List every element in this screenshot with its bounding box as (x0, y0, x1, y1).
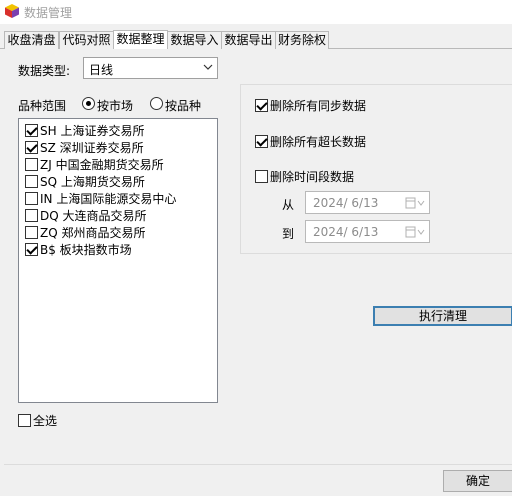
date-to-value: 2024/ 6/13 (313, 225, 379, 239)
tab-data-import[interactable]: 数据导入 (167, 31, 222, 49)
list-item[interactable]: SH 上海证券交易所 (25, 122, 144, 139)
list-item[interactable]: SQ 上海期货交易所 (25, 173, 145, 190)
calendar-dropdown-icon (405, 226, 425, 238)
market-label: IN 上海国际能源交易中心 (40, 192, 177, 206)
radio-by-variety[interactable] (150, 97, 163, 110)
date-to-picker[interactable]: 2024/ 6/13 (305, 220, 430, 243)
market-list[interactable]: SH 上海证券交易所 SZ 深圳证券交易所 ZJ 中国金融期货交易所 SQ 上海… (18, 118, 218, 403)
select-all-label: 全选 (33, 414, 58, 428)
list-item[interactable]: B$ 板块指数市场 (25, 241, 132, 258)
date-from-picker[interactable]: 2024/ 6/13 (305, 191, 430, 214)
date-from-label: 从 (282, 198, 295, 212)
delete-overlong-option[interactable]: 删除所有超长数据 (255, 133, 366, 150)
market-label: B$ 板块指数市场 (40, 243, 132, 257)
list-item[interactable]: ZQ 郑州商品交易所 (25, 224, 145, 241)
calendar-dropdown-icon (405, 197, 425, 209)
market-label: ZQ 郑州商品交易所 (40, 226, 146, 240)
market-checkbox[interactable] (25, 124, 38, 137)
date-to-label: 到 (282, 227, 295, 241)
tab-code-mapping[interactable]: 代码对照 (59, 31, 114, 49)
list-item[interactable]: IN 上海国际能源交易中心 (25, 190, 176, 207)
market-label: DQ 大连商品交易所 (40, 209, 147, 223)
market-label: ZJ 中国金融期货交易所 (40, 158, 164, 172)
market-checkbox[interactable] (25, 141, 38, 154)
market-label: SH 上海证券交易所 (40, 124, 145, 138)
date-from-value: 2024/ 6/13 (313, 196, 379, 210)
title-bar: 数据管理 (0, 0, 512, 24)
tab-financial-exright[interactable]: 财务除权 (275, 31, 329, 49)
radio-by-market-label: 按市场 (97, 99, 134, 113)
delete-overlong-checkbox[interactable] (255, 135, 268, 148)
delete-sync-label: 删除所有同步数据 (270, 99, 367, 113)
bottom-divider (4, 464, 512, 465)
select-all-option[interactable]: 全选 (18, 412, 57, 429)
tab-data-organize[interactable]: 数据整理 (113, 30, 168, 49)
ok-button[interactable]: 确定 (443, 470, 512, 492)
execute-cleanup-button[interactable]: 执行清理 (373, 306, 512, 326)
market-checkbox[interactable] (25, 158, 38, 171)
chevron-down-icon (203, 64, 213, 70)
market-checkbox[interactable] (25, 192, 38, 205)
delete-sync-checkbox[interactable] (255, 99, 268, 112)
market-checkbox[interactable] (25, 226, 38, 239)
select-all-checkbox[interactable] (18, 414, 31, 427)
data-type-value: 日线 (89, 63, 114, 77)
delete-sync-option[interactable]: 删除所有同步数据 (255, 97, 366, 114)
list-item[interactable]: SZ 深圳证券交易所 (25, 139, 144, 156)
market-label: SQ 上海期货交易所 (40, 175, 145, 189)
tab-data-export[interactable]: 数据导出 (221, 31, 276, 49)
market-checkbox[interactable] (25, 243, 38, 256)
delete-period-checkbox[interactable] (255, 170, 268, 183)
data-type-select[interactable]: 日线 (83, 57, 218, 79)
tab-bar: 收盘清盘 代码对照 数据整理 数据导入 数据导出 财务除权 (0, 30, 512, 49)
delete-overlong-label: 删除所有超长数据 (270, 135, 367, 149)
delete-period-label: 删除时间段数据 (270, 170, 355, 184)
list-item[interactable]: DQ 大连商品交易所 (25, 207, 147, 224)
window-title: 数据管理 (24, 6, 73, 20)
tab-close-clear[interactable]: 收盘清盘 (4, 31, 59, 49)
delete-period-option[interactable]: 删除时间段数据 (255, 168, 354, 185)
app-cube-icon (5, 4, 19, 18)
variety-range-label: 品种范围 (18, 99, 67, 113)
market-checkbox[interactable] (25, 175, 38, 188)
list-item[interactable]: ZJ 中国金融期货交易所 (25, 156, 164, 173)
radio-by-market[interactable] (82, 97, 95, 110)
market-label: SZ 深圳证券交易所 (40, 141, 144, 155)
data-type-label: 数据类型: (18, 64, 71, 78)
radio-by-variety-label: 按品种 (165, 99, 202, 113)
market-checkbox[interactable] (25, 209, 38, 222)
